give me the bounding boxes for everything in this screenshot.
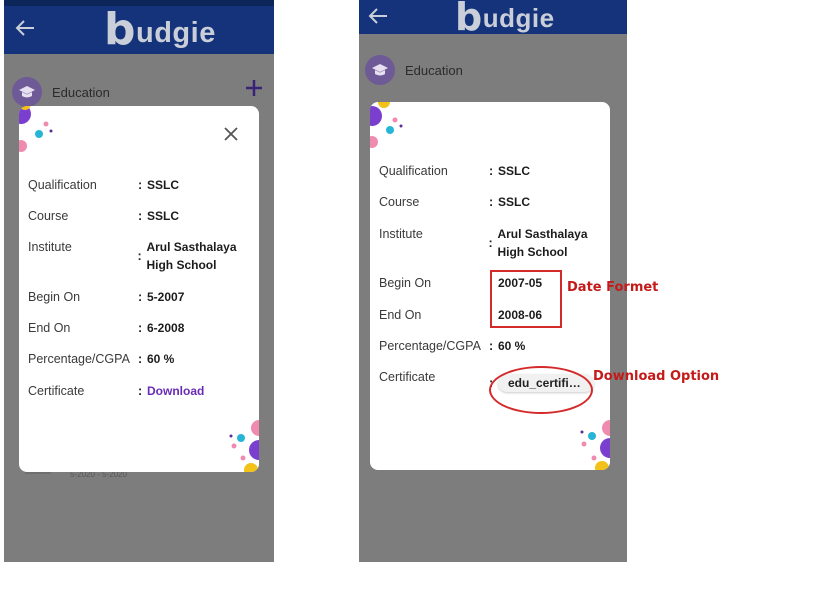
close-icon[interactable] [223, 126, 239, 142]
field-label: Qualification [379, 164, 448, 178]
education-section-row: Education [365, 52, 619, 88]
field-value: SSLC [147, 209, 180, 223]
date-format-highlight [490, 270, 562, 328]
logo-letter: b [455, 0, 483, 39]
confetti-decoration [229, 420, 259, 472]
field-value: Arul Sasthalaya High School [146, 240, 237, 272]
field-value: SSLC [498, 164, 531, 178]
field-value: 60 % [498, 339, 526, 353]
plus-icon[interactable] [244, 78, 264, 98]
field-label: End On [28, 321, 71, 335]
certificate-row: Certificate : Download [28, 382, 205, 400]
field-value: SSLC [147, 178, 180, 192]
field-label: Institute [28, 240, 72, 254]
field-value: Arul Sasthalaya High School [497, 227, 588, 259]
field-value: 60 % [147, 352, 175, 366]
field-label: Course [28, 209, 69, 223]
app-header: b udgie [4, 0, 274, 54]
graduation-cap-icon [12, 77, 42, 107]
qualification-row: Qualification : SSLC [379, 164, 531, 178]
left-phone-screen: b udgie Education 5-2020 - 5-2020 Qualif… [4, 0, 274, 562]
percentage-row: Percentage/CGPA : 60 % [379, 339, 526, 353]
field-label: Qualification [28, 178, 97, 192]
download-option-highlight [489, 366, 593, 414]
logo-text: udgie [136, 17, 216, 49]
budgie-logo: b udgie [455, 0, 555, 39]
field-label: Begin On [28, 290, 81, 304]
confetti-decoration [19, 106, 53, 152]
field-value: 6-2008 [147, 321, 185, 335]
confetti-decoration [370, 102, 403, 148]
course-row: Course : SSLC [28, 209, 180, 223]
field-label: Course [379, 195, 420, 209]
course-row: Course : SSLC [379, 195, 531, 209]
end-on-row: End On : 6-2008 [28, 321, 185, 335]
budgie-logo: b udgie [104, 4, 216, 55]
education-title: Education [52, 84, 110, 100]
institute-row: Institute : Arul Sasthalaya High School [379, 225, 602, 261]
field-label: Percentage/CGPA [379, 339, 481, 353]
download-link[interactable]: Download [147, 382, 204, 400]
back-arrow-icon[interactable] [14, 18, 36, 38]
field-label: Institute [379, 227, 423, 241]
field-label: Certificate [28, 384, 85, 398]
begin-on-row: Begin On : 5-2007 [28, 290, 185, 304]
app-header: b udgie [359, 0, 627, 39]
field-label: End On [379, 308, 422, 322]
download-option-annotation: Download Option [593, 369, 720, 384]
confetti-decoration [580, 420, 610, 470]
education-detail-dialog: Qualification : SSLC Course : SSLC Insti… [19, 106, 259, 472]
qualification-row: Qualification : SSLC [28, 178, 180, 192]
status-bar [4, 0, 274, 6]
graduation-cap-icon [365, 55, 395, 85]
logo-text: udgie [482, 3, 555, 33]
date-format-annotation: Date Formet [567, 280, 659, 295]
field-label: Begin On [379, 276, 432, 290]
education-title: Education [405, 62, 463, 78]
field-value: SSLC [498, 195, 531, 209]
institute-row: Institute : Arul Sasthalaya High School [28, 238, 251, 274]
logo-letter: b [104, 4, 136, 55]
field-label: Percentage/CGPA [28, 352, 130, 366]
back-arrow-icon[interactable] [367, 6, 389, 26]
education-section-row: Education [12, 74, 266, 110]
field-value: 5-2007 [147, 290, 185, 304]
percentage-row: Percentage/CGPA : 60 % [28, 352, 175, 366]
field-label: Certificate [379, 370, 436, 384]
